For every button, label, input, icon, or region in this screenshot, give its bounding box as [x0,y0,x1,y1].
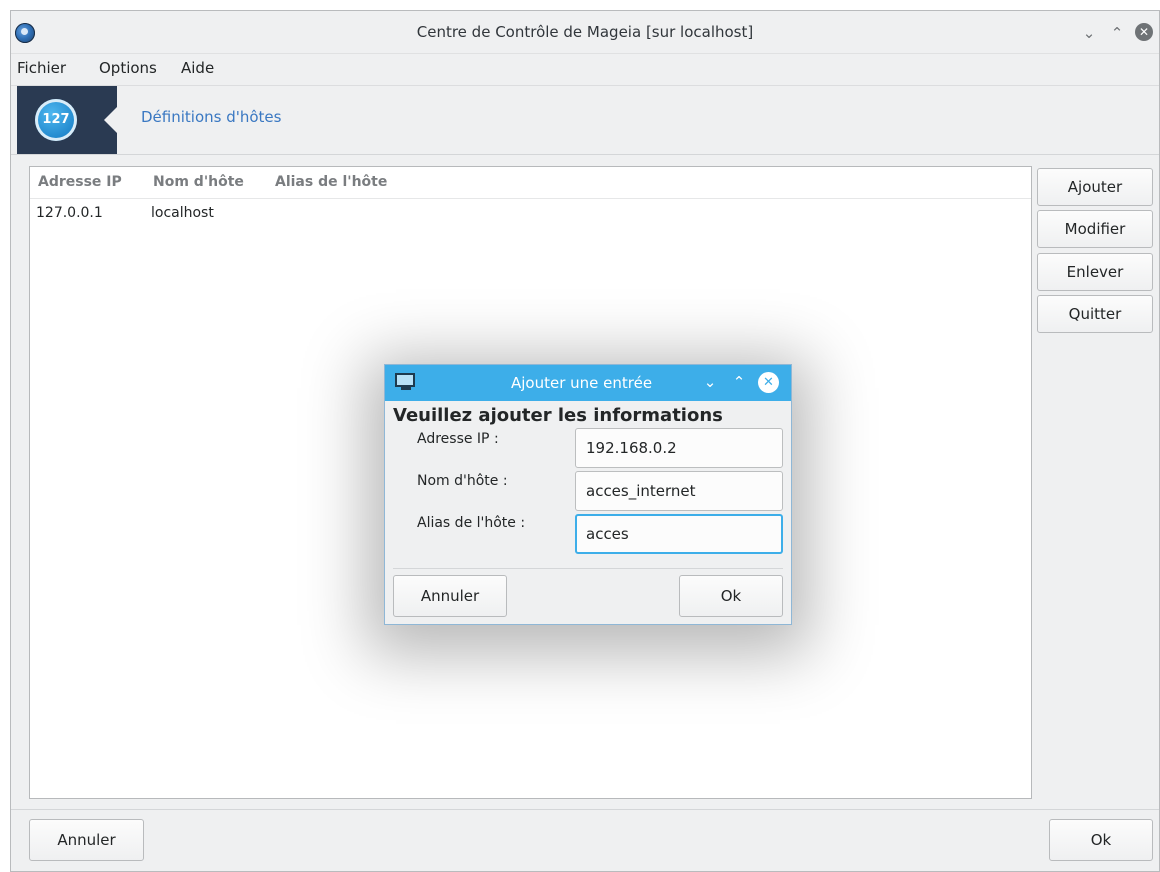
remove-button[interactable]: Enlever [1037,253,1153,291]
quit-button[interactable]: Quitter [1037,295,1153,333]
add-button[interactable]: Ajouter [1037,168,1153,206]
footer-divider [11,809,1159,810]
dialog-ok-button[interactable]: Ok [679,575,783,617]
cell-ip: 127.0.0.1 [36,205,103,221]
ip-label: Adresse IP : [417,431,499,447]
minimize-icon[interactable]: ⌄ [1079,23,1099,43]
dialog-minimize-icon[interactable]: ⌄ [701,373,719,391]
dialog-title: Ajouter une entrée [511,374,653,392]
ok-button[interactable]: Ok [1049,819,1153,861]
dialog-heading: Veuillez ajouter les informations [393,405,723,426]
modify-button[interactable]: Modifier [1037,210,1153,248]
hostname-input[interactable]: acces_internet [575,471,783,511]
dialog-title-bar[interactable]: Ajouter une entrée ⌄ ⌃ ✕ [385,365,791,401]
dialog-cancel-button[interactable]: Annuler [393,575,507,617]
maximize-icon[interactable]: ⌃ [1107,23,1127,43]
banner-logo: 127 [17,86,118,154]
page-title: Définitions d'hôtes [141,108,282,126]
hostname-label: Nom d'hôte : [417,473,508,489]
alias-label: Alias de l'hôte : [417,515,526,531]
computer-icon [395,373,415,390]
header-banner: 127 Définitions d'hôtes [11,85,1159,155]
menu-bar: Fichier Options Aide [11,53,1159,85]
close-icon[interactable]: ✕ [1135,23,1153,41]
title-bar[interactable]: Centre de Contrôle de Mageia [sur localh… [11,11,1159,54]
add-entry-dialog: Ajouter une entrée ⌄ ⌃ ✕ Veuillez ajoute… [384,364,792,625]
window-title: Centre de Contrôle de Mageia [sur localh… [416,23,754,41]
dialog-maximize-icon[interactable]: ⌃ [730,373,748,391]
cancel-button[interactable]: Annuler [29,819,144,861]
column-header-hostname[interactable]: Nom d'hôte [153,174,244,190]
cell-hostname: localhost [151,205,214,221]
header-divider [30,198,1031,199]
dialog-close-icon[interactable]: ✕ [758,372,779,393]
hosts-127-icon: 127 [35,99,77,141]
menu-options[interactable]: Options [99,59,157,77]
column-header-ip[interactable]: Adresse IP [38,174,122,190]
alias-input[interactable]: acces [575,514,783,554]
ip-address-input[interactable]: 192.168.0.2 [575,428,783,468]
banner-notch [104,106,118,134]
column-header-alias[interactable]: Alias de l'hôte [275,174,387,190]
menu-aide[interactable]: Aide [181,59,214,77]
menu-fichier[interactable]: Fichier [17,59,66,77]
dialog-divider [393,568,783,569]
